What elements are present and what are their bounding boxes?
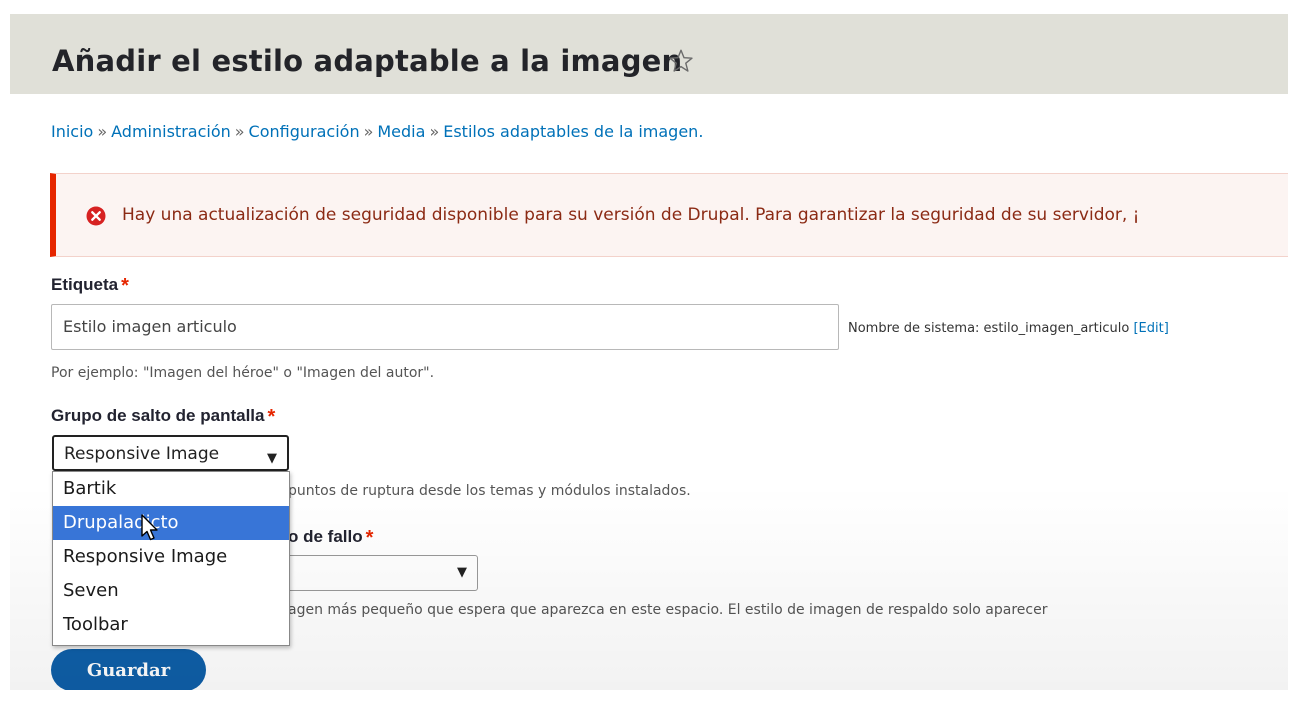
fallback-style-select[interactable]: ▼ — [280, 555, 478, 591]
page-title: Añadir el estilo adaptable a la imagen — [52, 44, 683, 78]
breadcrumb-link-media[interactable]: Media — [377, 122, 425, 141]
machine-name-edit-link[interactable]: [Edit] — [1133, 321, 1168, 336]
breadcrumb-separator: » — [234, 122, 245, 141]
breakpoint-group-dropdown: Bartik Drupaladicto Responsive Image Sev… — [52, 471, 290, 646]
chevron-down-icon: ▼ — [457, 565, 467, 580]
breadcrumb-separator: » — [363, 122, 374, 141]
breadcrumb: Inicio» Administración» Configuración» Medi… — [51, 122, 703, 141]
breadcrumb-link-administracion[interactable]: Administración — [111, 122, 231, 141]
label-field-text: Etiqueta — [51, 275, 119, 294]
fallback-style-description: agen más pequeño que espera que aparezca… — [288, 602, 1048, 618]
label-field-label: Etiqueta * — [51, 275, 129, 298]
breadcrumb-current: Estilos adaptables de la imagen. — [443, 122, 704, 141]
chevron-down-icon: ▼ — [267, 451, 277, 466]
error-icon — [86, 206, 106, 226]
fallback-style-text: o de fallo — [288, 527, 363, 546]
page: Añadir el estilo adaptable a la imagen I… — [10, 14, 1288, 690]
dropdown-option-bartik[interactable]: Bartik — [53, 472, 289, 506]
breakpoint-group-description: puntos de ruptura desde los temas y módu… — [288, 483, 691, 499]
breadcrumb-link-inicio[interactable]: Inicio — [51, 122, 93, 141]
breakpoint-group-selected: Responsive Image — [64, 444, 220, 464]
star-icon[interactable] — [667, 47, 695, 75]
required-marker: * — [121, 275, 129, 297]
title-bar: Añadir el estilo adaptable a la imagen — [10, 14, 1288, 94]
required-marker: * — [267, 406, 276, 428]
breadcrumb-separator: » — [429, 122, 440, 141]
dropdown-option-seven[interactable]: Seven — [53, 574, 289, 608]
save-button[interactable]: Guardar — [51, 649, 206, 690]
breakpoint-group-text: Grupo de salto de pantalla — [51, 406, 265, 425]
dropdown-option-toolbar[interactable]: Toolbar — [53, 608, 289, 642]
machine-name: Nombre de sistema: estilo_imagen_articul… — [848, 321, 1169, 336]
mouse-cursor-icon — [141, 514, 158, 541]
breadcrumb-link-configuracion[interactable]: Configuración — [249, 122, 360, 141]
label-field-description: Por ejemplo: "Imagen del héroe" o "Image… — [51, 365, 435, 381]
security-alert: Hay una actualización de seguridad dispo… — [50, 173, 1288, 257]
label-input[interactable]: Estilo imagen articulo — [51, 304, 839, 350]
breadcrumb-separator: » — [97, 122, 108, 141]
dropdown-option-drupaladicto[interactable]: Drupaladicto — [53, 506, 289, 540]
breakpoint-group-select[interactable]: Responsive Image ▼ — [52, 435, 289, 471]
fallback-style-label: o de fallo * — [288, 527, 373, 550]
required-marker: * — [365, 527, 374, 549]
machine-name-text: Nombre de sistema: estilo_imagen_articul… — [848, 321, 1130, 336]
dropdown-option-responsive-image[interactable]: Responsive Image — [53, 540, 289, 574]
breakpoint-group-label: Grupo de salto de pantalla * — [51, 406, 275, 429]
alert-message: Hay una actualización de seguridad dispo… — [122, 205, 1140, 225]
